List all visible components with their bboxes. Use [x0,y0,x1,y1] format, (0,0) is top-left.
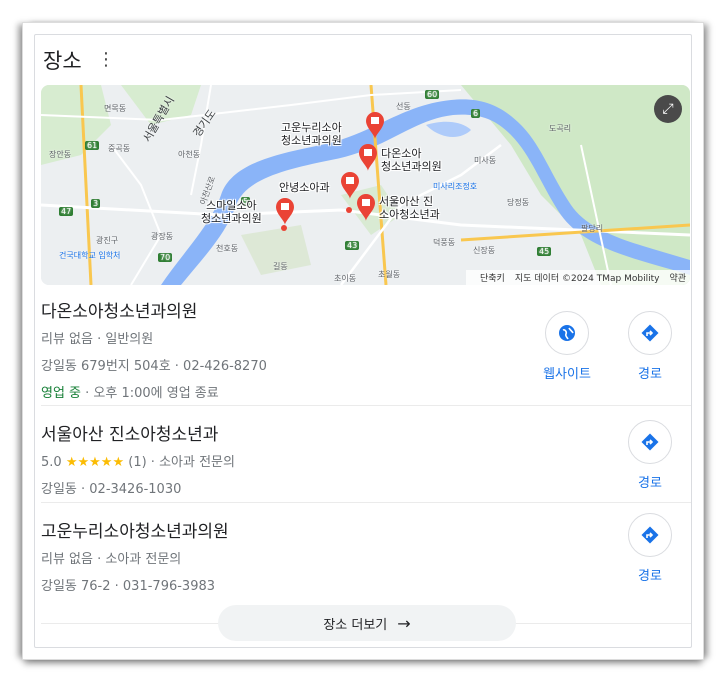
road-shield: 60 [425,90,440,99]
road-shield: 61 [85,141,100,150]
map-label: 아천동 [178,150,201,159]
globe-icon [545,311,589,355]
expand-map-icon[interactable]: ⤢ [654,95,682,123]
map-label: 덕풍동 [433,238,456,247]
pin-label-goonnuri: 고운누리소아 청소년과의원 [281,121,342,147]
map-label: 선동 [396,102,411,111]
place-hours: 영업 중 · 오후 1:00에 영업 종료 [41,382,691,401]
directions-button[interactable]: 경로 [615,420,685,491]
directions-label: 경로 [638,367,662,382]
directions-label: 경로 [638,569,662,584]
arrow-right-icon: → [397,613,411,633]
more-places-button[interactable]: 장소 더보기 → [218,605,516,641]
directions-icon [628,513,672,557]
map-label: 미사리조정호 [433,182,478,191]
directions-icon [628,311,672,355]
rating-value: 5.0 [41,455,62,470]
star-rating-icon: ★★★★★ [65,455,125,470]
road-shield: 70 [158,253,173,262]
open-status: 영업 중 [41,386,82,401]
pin-label-daon: 다온소아 청소년과의원 [381,147,442,173]
map-label: 장안동 [49,150,72,159]
place-category: · 소아과 전문의 [146,455,235,470]
map-label: 광장동 [151,232,174,241]
place-address-phone: 강일동 · 02-3426-1030 [41,482,182,497]
terms-link[interactable]: 약관 [669,274,686,284]
divider [41,405,691,406]
map-label: 당정동 [507,198,530,207]
directions-button[interactable]: 경로 [615,513,685,584]
directions-label: 경로 [638,476,662,491]
pin-label-seoul-asan: 서울아산 진 소아청소년과 [379,195,440,221]
map-label: 광진구 [96,236,119,245]
place-name[interactable]: 서울아산 진소아청소년과 [41,420,691,445]
card-title: 장소 [43,49,82,73]
map-attribution: 단축키 지도 데이터 ©2024 TMap Mobility 약관 [466,270,690,285]
place-item[interactable]: 고운누리소아청소년과의원 리뷰 없음 · 소아과 전문의 강일동 76-2 · … [41,517,691,594]
map-label: 도곡리 [549,124,572,133]
map-data-text: 지도 데이터 ©2024 TMap Mobility [514,274,660,284]
place-rating-category: 5.0 ★★★★★ (1) · 소아과 전문의 [41,451,691,470]
place-name[interactable]: 고운누리소아청소년과의원 [41,517,691,542]
place-review-category: 리뷰 없음 · 소아과 전문의 [41,552,182,567]
website-label: 웹사이트 [543,367,591,382]
map-label: 초이동 [334,274,357,283]
map-label: 길동 [273,262,288,271]
places-card: 장소 ⋮ 면목동 중곡동 장안동 아천동 광장동 광진구 건국대학교 입학처 천… [34,34,692,648]
pin-label-smile: 스마일소아 청소년과의원 [201,199,262,225]
map-label: 중곡동 [108,144,131,153]
map-label: 신장동 [473,246,496,255]
map[interactable]: 면목동 중곡동 장안동 아천동 광장동 광진구 건국대학교 입학처 천호동 길동… [41,85,690,285]
map-label: 건국대학교 입학처 [59,251,121,260]
road-shield: 3 [91,199,101,208]
divider [41,502,691,503]
map-canvas [41,85,690,285]
keyboard-shortcuts-link[interactable]: 단축키 [480,274,505,284]
road-shield: 47 [59,207,74,216]
road-shield: 6 [471,109,481,118]
closing-time: · 오후 1:00에 영업 종료 [81,386,219,401]
road-shield: 43 [345,241,360,250]
website-button[interactable]: 웹사이트 [532,311,602,382]
map-label: 천호동 [216,244,239,253]
map-label: 미사동 [474,156,497,165]
directions-button[interactable]: 경로 [615,311,685,382]
more-places-label: 장소 더보기 [323,617,388,633]
review-count: (1) [128,455,147,470]
map-label: 면목동 [104,104,127,113]
place-item[interactable]: 서울아산 진소아청소년과 5.0 ★★★★★ (1) · 소아과 전문의 강일동… [41,420,691,497]
road-shield: 45 [537,247,552,256]
map-label: 팔당리 [581,224,604,233]
more-options-icon[interactable]: ⋮ [97,49,115,71]
place-address-phone: 강일동 76-2 · 031-796-3983 [41,579,216,594]
map-label: 초월동 [378,270,401,279]
directions-icon [628,420,672,464]
pin-label-annyeong: 안녕소아과 [279,181,330,194]
